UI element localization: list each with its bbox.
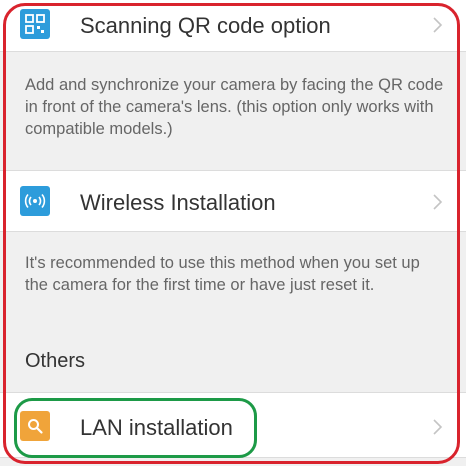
qr-code-option-row[interactable]: Scanning QR code option xyxy=(0,0,466,52)
qr-code-option-description: Add and synchronize your camera by facin… xyxy=(25,76,444,138)
qr-code-icon xyxy=(20,9,50,39)
chevron-right-icon xyxy=(433,419,443,435)
wireless-installation-label: Wireless Installation xyxy=(80,190,276,215)
wireless-installation-row[interactable]: Wireless Installation xyxy=(0,170,466,232)
search-icon xyxy=(20,411,50,441)
lan-installation-label: LAN installation xyxy=(80,415,233,440)
chevron-right-icon xyxy=(433,17,443,33)
chevron-right-icon xyxy=(433,194,443,210)
installation-options-screen: Scanning QR code option Add and synchron… xyxy=(0,0,466,466)
lan-installation-row[interactable]: LAN installation xyxy=(0,392,466,458)
section-title-others: Others xyxy=(25,350,86,372)
wireless-installation-description: It's recommended to use this method when… xyxy=(25,254,420,294)
wifi-signal-icon xyxy=(20,186,50,216)
qr-code-option-label: Scanning QR code option xyxy=(80,13,331,38)
